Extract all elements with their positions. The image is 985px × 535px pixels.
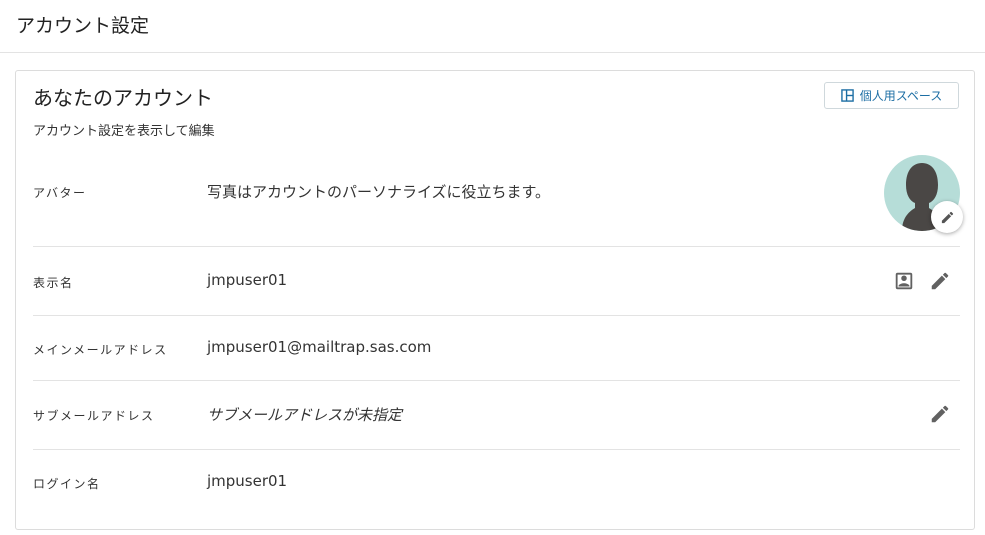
secondary-email-label: サブメールアドレス bbox=[33, 409, 155, 423]
contact-card-button[interactable] bbox=[892, 269, 916, 293]
pencil-icon bbox=[931, 272, 949, 290]
personal-space-label: 個人用スペース bbox=[859, 89, 943, 103]
avatar-description: 写真はアカウントのパーソナライズに役立ちます。 bbox=[207, 183, 551, 201]
account-card: あなたのアカウント アカウント設定を表示して編集 個人用スペース アバター 写真… bbox=[15, 70, 975, 530]
pencil-icon bbox=[931, 405, 949, 423]
secondary-email-edit-button[interactable] bbox=[928, 402, 952, 426]
personal-space-button[interactable]: 個人用スペース bbox=[824, 82, 959, 109]
row-divider bbox=[33, 380, 960, 381]
avatar-edit-button[interactable] bbox=[931, 201, 963, 233]
row-divider bbox=[33, 449, 960, 450]
secondary-email-placeholder: サブメールアドレスが未指定 bbox=[207, 406, 403, 424]
pencil-icon bbox=[941, 211, 953, 223]
row-divider bbox=[33, 246, 960, 247]
primary-email-label: メインメールアドレス bbox=[33, 343, 168, 357]
display-name-label: 表示名 bbox=[33, 276, 74, 290]
display-name-edit-button[interactable] bbox=[928, 269, 952, 293]
layout-icon bbox=[840, 89, 854, 102]
display-name-link[interactable]: jmpuser01 bbox=[207, 271, 287, 289]
row-divider bbox=[33, 315, 960, 316]
card-subtitle: アカウント設定を表示して編集 bbox=[33, 124, 215, 139]
contact-card-icon bbox=[895, 272, 913, 290]
login-name-label: ログイン名 bbox=[33, 477, 101, 491]
primary-email-value: jmpuser01@mailtrap.sas.com bbox=[207, 338, 432, 356]
card-title: あなたのアカウント bbox=[33, 86, 213, 110]
page-title: アカウント設定 bbox=[16, 15, 150, 37]
page-header: アカウント設定 bbox=[0, 0, 985, 53]
login-name-value: jmpuser01 bbox=[207, 472, 288, 490]
avatar-label: アバター bbox=[33, 186, 87, 200]
